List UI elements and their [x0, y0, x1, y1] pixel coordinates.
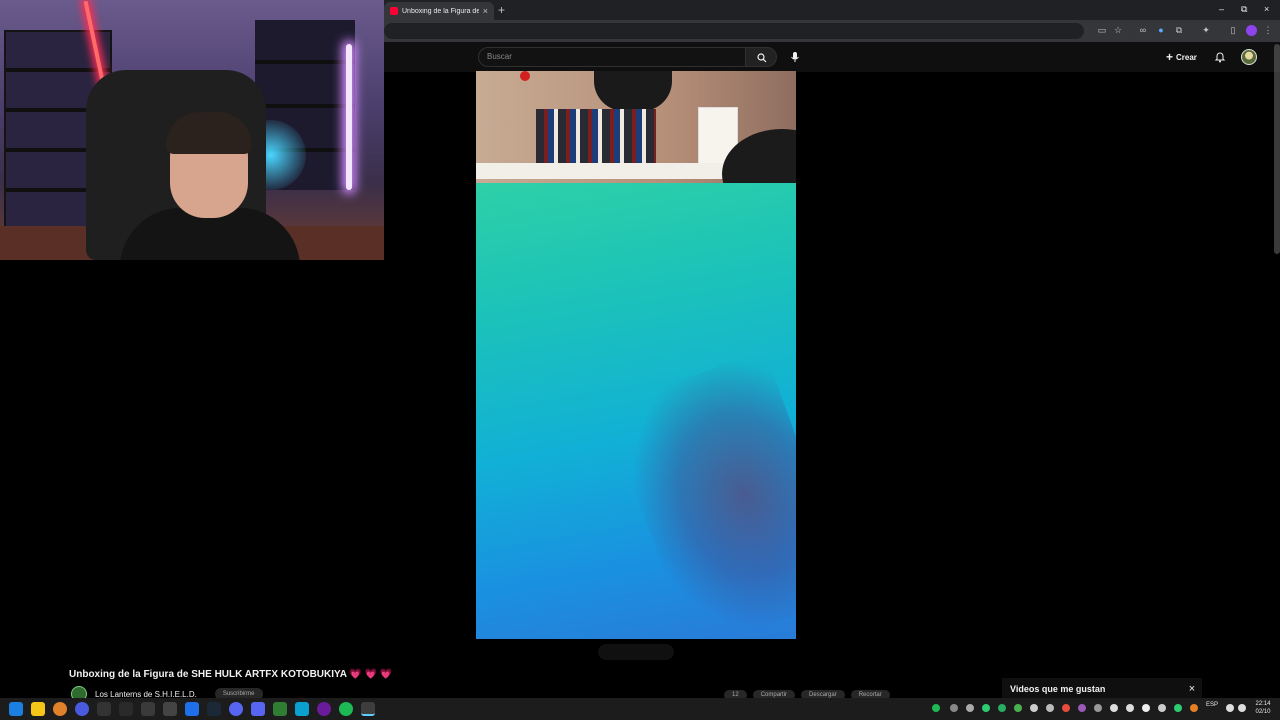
tray-app-icon[interactable] — [1078, 704, 1086, 712]
video-title: Unboxing de la Figura de SHE HULK ARTFX … — [69, 669, 392, 680]
new-tab-button[interactable]: + — [498, 3, 505, 17]
tray-app-icon[interactable] — [998, 704, 1006, 712]
youtube-favicon-icon — [390, 7, 398, 15]
network-icon[interactable] — [1226, 704, 1234, 712]
steam-icon[interactable] — [207, 702, 221, 716]
notifications-bell-icon[interactable] — [1214, 51, 1226, 63]
start-menu-icon[interactable] — [9, 702, 23, 716]
clock-date: 02/10 — [1255, 709, 1271, 715]
tray-app-icon[interactable] — [1062, 704, 1070, 712]
windows-taskbar — [0, 698, 1280, 720]
tray-app-icon[interactable] — [1126, 704, 1134, 712]
tray-app-icon[interactable] — [1142, 704, 1150, 712]
app-c-icon[interactable] — [295, 702, 309, 716]
tray-app-icon[interactable] — [1046, 704, 1054, 712]
video-player[interactable] — [476, 71, 796, 639]
app-controller-icon[interactable] — [163, 702, 177, 716]
address-bar[interactable] — [384, 23, 1084, 39]
install-app-icon[interactable]: ▭ — [1097, 25, 1107, 35]
app-v-icon[interactable] — [75, 702, 89, 716]
app-round-icon[interactable] — [229, 702, 243, 716]
close-icon[interactable]: × — [1182, 683, 1202, 695]
webcam-overlay — [0, 0, 384, 260]
microphone-icon[interactable] — [789, 51, 801, 63]
video-title-text: Unboxing de la Figura de SHE HULK ARTFX … — [69, 669, 347, 680]
plus-icon: + — [1166, 50, 1174, 64]
search-button[interactable] — [745, 47, 777, 67]
tray-app-icon[interactable] — [1190, 704, 1198, 712]
input-language[interactable]: ESP — [1206, 702, 1218, 708]
file-explorer-icon[interactable] — [31, 702, 45, 716]
taskbar-clock[interactable]: 22:14 02/10 — [1250, 700, 1276, 716]
tray-app-icon[interactable] — [966, 704, 974, 712]
maximize-button[interactable]: ⧉ — [1241, 3, 1247, 15]
sidebar-icon[interactable]: ▯ — [1228, 25, 1238, 35]
spotify-icon[interactable] — [339, 702, 353, 716]
liked-videos-title[interactable]: Videos que me gustan — [1010, 684, 1182, 694]
app-gamepad-icon[interactable] — [97, 702, 111, 716]
liked-videos-panel: Videos que me gustan × — [1002, 678, 1202, 700]
browser-menu-icon[interactable]: ⋮ — [1263, 25, 1273, 35]
video-title-hearts: 💗 💗 💗 — [349, 669, 393, 680]
extension-blue-icon[interactable]: ● — [1156, 25, 1166, 35]
tray-spotify-icon[interactable] — [932, 704, 940, 712]
tray-app-icon[interactable] — [1094, 704, 1102, 712]
tray-app-icon[interactable] — [1030, 704, 1038, 712]
video-books — [536, 109, 656, 165]
webcam-person-hair — [166, 112, 252, 154]
screen: Unboxing de la Figura de SHE HULK ARTFX … — [0, 0, 1280, 720]
tab-title: Unboxing de la Figura de SHE HULK ARTFX … — [402, 7, 479, 15]
minimize-button[interactable]: – — [1219, 3, 1224, 15]
search-app-icon[interactable] — [53, 702, 67, 716]
webcam-neon-light — [346, 44, 352, 190]
tray-app-icon[interactable] — [1158, 704, 1166, 712]
video-controls-pill[interactable] — [598, 644, 674, 660]
tray-app-icon[interactable] — [982, 704, 990, 712]
clock-time: 22:14 — [1255, 701, 1271, 707]
browser-tab-active[interactable]: Unboxing de la Figura de SHE HULK ARTFX … — [384, 2, 494, 20]
tray-app-icon[interactable] — [1174, 704, 1182, 712]
volume-icon[interactable] — [1238, 704, 1246, 712]
close-window-button[interactable]: × — [1264, 3, 1269, 15]
extension-icon[interactable]: ∞ — [1138, 25, 1148, 35]
discord-icon[interactable] — [251, 702, 265, 716]
app-green-icon[interactable] — [273, 702, 287, 716]
tray-app-icon[interactable] — [950, 704, 958, 712]
search-icon — [757, 53, 767, 63]
tray-app-icon[interactable] — [1014, 704, 1022, 712]
app-blue-icon[interactable] — [185, 702, 199, 716]
create-button[interactable]: + Crear — [1166, 50, 1197, 64]
app-generic-icon[interactable] — [141, 702, 155, 716]
youtube-account-avatar[interactable] — [1241, 49, 1257, 65]
tab-close-icon[interactable]: × — [483, 6, 488, 16]
video-flower — [520, 71, 530, 81]
search-input[interactable]: Buscar — [478, 47, 746, 67]
create-label: Crear — [1176, 52, 1197, 62]
chrome-icon[interactable] — [361, 702, 375, 716]
extensions-puzzle-icon[interactable]: ⧉ — [1174, 25, 1184, 35]
tray-app-icon[interactable] — [1110, 704, 1118, 712]
pin-icon[interactable]: ✦ — [1201, 25, 1211, 35]
bookmark-star-icon[interactable]: ☆ — [1113, 25, 1123, 35]
app-settings-icon[interactable] — [119, 702, 133, 716]
app-purple-icon[interactable] — [317, 702, 331, 716]
browser-profile-avatar[interactable] — [1246, 25, 1257, 36]
page-scrollbar[interactable] — [1274, 44, 1280, 254]
